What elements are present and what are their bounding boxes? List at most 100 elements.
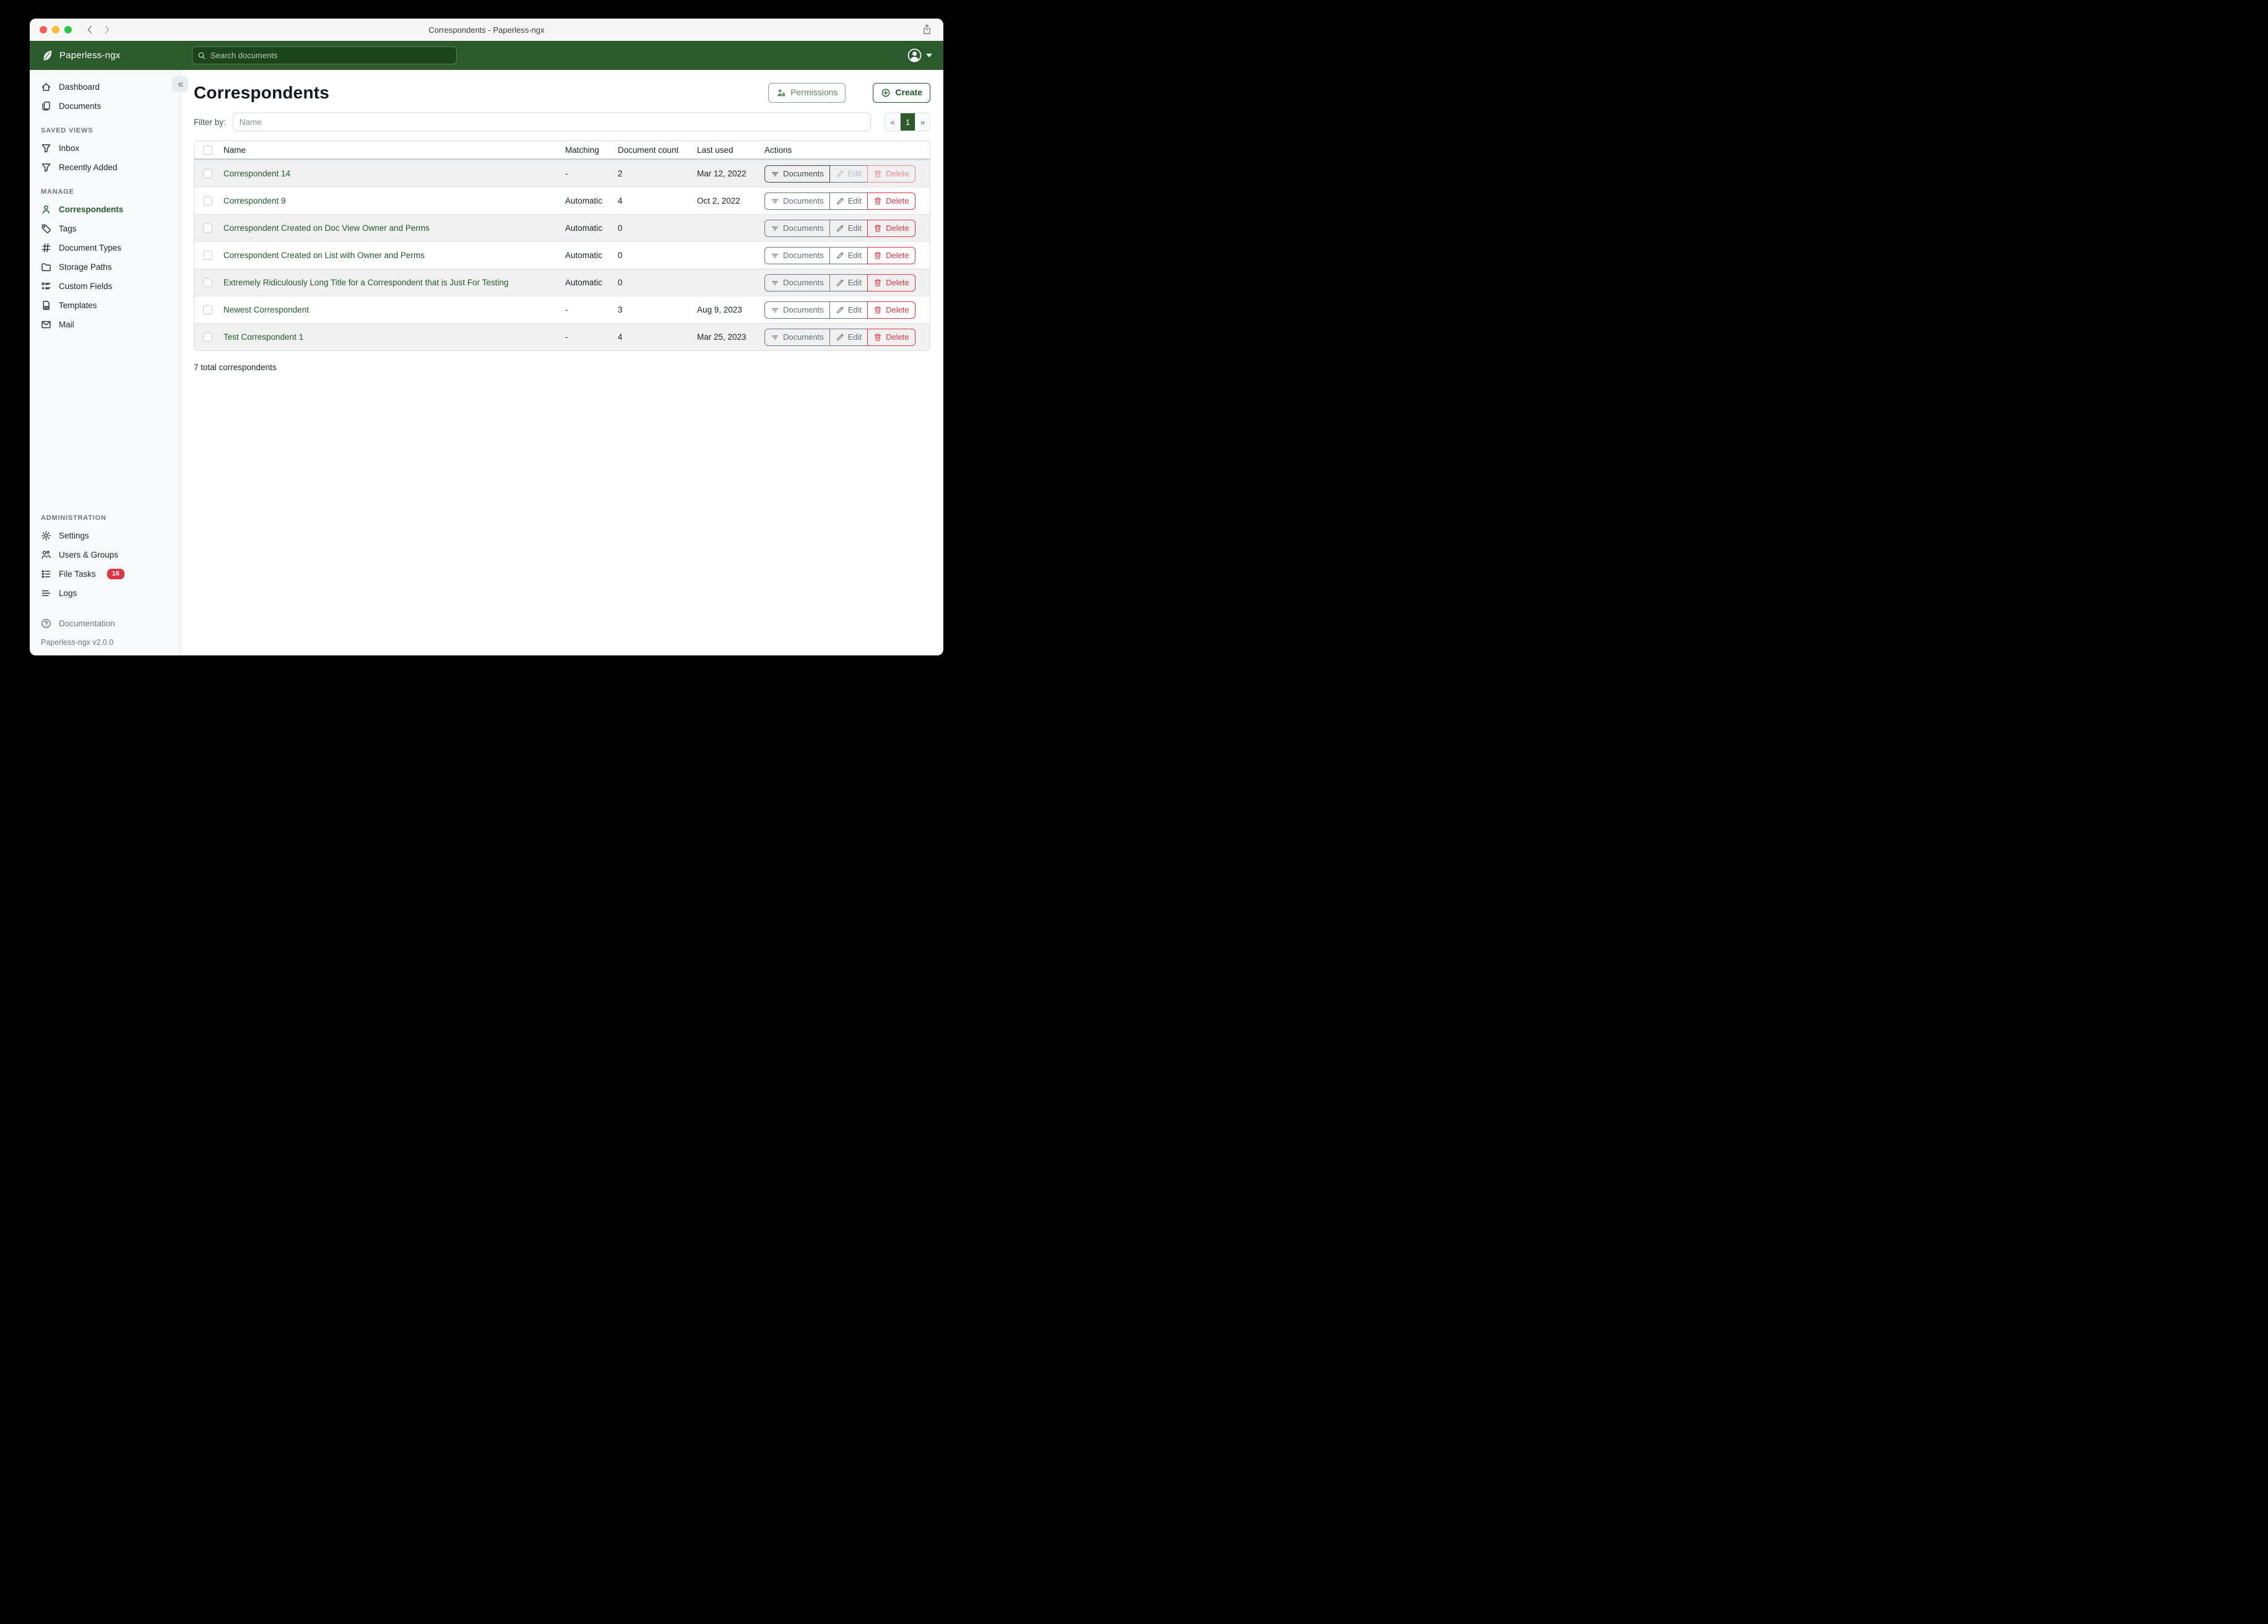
edit-button[interactable]: Edit [829, 165, 868, 183]
correspondent-link[interactable]: Extremely Ridiculously Long Title for a … [223, 278, 508, 287]
gear-icon [41, 530, 51, 541]
filter-lines-icon [771, 333, 779, 342]
row-checkbox[interactable] [203, 332, 212, 342]
correspondent-link[interactable]: Correspondent 14 [223, 169, 290, 178]
filter-lines-icon [771, 251, 779, 260]
column-name: Name [223, 145, 565, 155]
back-icon[interactable] [85, 25, 93, 35]
pagination-prev-button[interactable]: « [885, 113, 900, 131]
sidebar-item-recently-added[interactable]: Recently Added [30, 158, 180, 177]
person-icon [41, 204, 51, 215]
documents-button[interactable]: Documents [764, 220, 830, 237]
hash-icon [41, 243, 51, 253]
sidebar-item-storage-paths[interactable]: Storage Paths [30, 257, 180, 277]
sidebar-item-logs[interactable]: Logs [30, 584, 180, 603]
sidebar-item-documentation[interactable]: Documentation [30, 614, 180, 633]
folder-icon [41, 262, 51, 272]
sidebar-item-dashboard[interactable]: Dashboard [30, 77, 180, 97]
user-menu[interactable] [907, 48, 932, 63]
documents-button[interactable]: Documents [764, 329, 830, 346]
select-all-checkbox[interactable] [203, 145, 212, 155]
permissions-button[interactable]: Permissions [768, 83, 846, 103]
trash-icon [873, 251, 882, 260]
documents-button[interactable]: Documents [764, 192, 830, 210]
documents-icon [41, 101, 51, 111]
last-used-value: Aug 9, 2023 [697, 305, 764, 314]
matching-value: - [565, 169, 618, 178]
sidebar-item-custom-fields[interactable]: Custom Fields [30, 277, 180, 296]
delete-button[interactable]: Delete [867, 165, 915, 183]
column-actions: Actions [764, 145, 930, 155]
edit-button[interactable]: Edit [829, 329, 868, 346]
delete-button[interactable]: Delete [867, 247, 915, 264]
row-actions: Documents Edit Delete [764, 220, 915, 237]
tasks-icon [41, 569, 51, 579]
document-count-value: 2 [618, 169, 697, 178]
documents-button[interactable]: Documents [764, 301, 830, 319]
row-checkbox[interactable] [203, 196, 212, 205]
delete-button[interactable]: Delete [867, 192, 915, 210]
forward-icon[interactable] [103, 25, 111, 35]
trash-icon [873, 197, 882, 205]
row-checkbox[interactable] [203, 251, 212, 260]
search-input[interactable] [210, 51, 451, 60]
delete-button[interactable]: Delete [867, 301, 915, 319]
sidebar-item-document-types[interactable]: Document Types [30, 238, 180, 257]
search-icon [197, 51, 206, 60]
edit-button[interactable]: Edit [829, 192, 868, 210]
row-checkbox[interactable] [203, 278, 212, 287]
edit-button[interactable]: Edit [829, 274, 868, 292]
correspondent-link[interactable]: Correspondent Created on Doc View Owner … [223, 223, 430, 233]
close-window-button[interactable] [40, 26, 47, 33]
document-count-value: 0 [618, 278, 697, 287]
filter-lines-icon [771, 170, 779, 178]
sidebar-item-file-tasks[interactable]: File Tasks16 [30, 564, 180, 584]
share-icon[interactable] [922, 24, 932, 36]
last-used-value: Mar 12, 2022 [697, 169, 764, 178]
pagination-next-button[interactable]: » [915, 113, 930, 131]
correspondent-link[interactable]: Correspondent Created on List with Owner… [223, 251, 425, 260]
pagination-page-1-button[interactable]: 1 [900, 113, 915, 131]
correspondent-link[interactable]: Correspondent 9 [223, 196, 286, 205]
delete-button[interactable]: Delete [867, 220, 915, 237]
sidebar-item-inbox[interactable]: Inbox [30, 139, 180, 158]
correspondent-link[interactable]: Newest Correspondent [223, 305, 309, 314]
delete-button[interactable]: Delete [867, 329, 915, 346]
correspondent-link[interactable]: Test Correspondent 1 [223, 332, 303, 342]
documents-button[interactable]: Documents [764, 165, 830, 183]
filter-name-input[interactable] [233, 113, 871, 131]
top-navbar: Paperless-ngx [30, 41, 943, 70]
edit-button[interactable]: Edit [829, 220, 868, 237]
row-checkbox[interactable] [203, 223, 212, 233]
create-button[interactable]: Create [873, 83, 930, 103]
window-controls [40, 26, 72, 33]
trash-icon [873, 279, 882, 287]
documents-button[interactable]: Documents [764, 274, 830, 292]
sidebar-collapse-button[interactable] [172, 76, 188, 92]
sidebar-item-tags[interactable]: Tags [30, 219, 180, 238]
zoom-window-button[interactable] [64, 26, 72, 33]
column-last-used: Last used [697, 145, 764, 155]
documents-button[interactable]: Documents [764, 247, 830, 264]
minimize-window-button[interactable] [52, 26, 59, 33]
document-count-value: 0 [618, 223, 697, 233]
delete-button[interactable]: Delete [867, 274, 915, 292]
sidebar-item-documents[interactable]: Documents [30, 97, 180, 116]
question-circle-icon [41, 618, 51, 629]
trash-icon [873, 333, 882, 342]
sidebar-item-templates[interactable]: Templates [30, 296, 180, 315]
pencil-icon [836, 224, 844, 233]
table-row: Correspondent Created on Doc View Owner … [194, 214, 930, 241]
sidebar-item-correspondents[interactable]: Correspondents [30, 200, 180, 219]
chevron-down-icon [926, 53, 932, 58]
sidebar-item-settings[interactable]: Settings [30, 526, 180, 545]
brand[interactable]: Paperless-ngx [30, 49, 120, 62]
row-checkbox[interactable] [203, 169, 212, 178]
edit-button[interactable]: Edit [829, 301, 868, 319]
double-chevron-left-icon [176, 80, 185, 89]
edit-button[interactable]: Edit [829, 247, 868, 264]
document-count-value: 0 [618, 251, 697, 260]
sidebar-item-users-groups[interactable]: Users & Groups [30, 545, 180, 564]
row-checkbox[interactable] [203, 305, 212, 314]
sidebar-item-mail[interactable]: Mail [30, 315, 180, 334]
